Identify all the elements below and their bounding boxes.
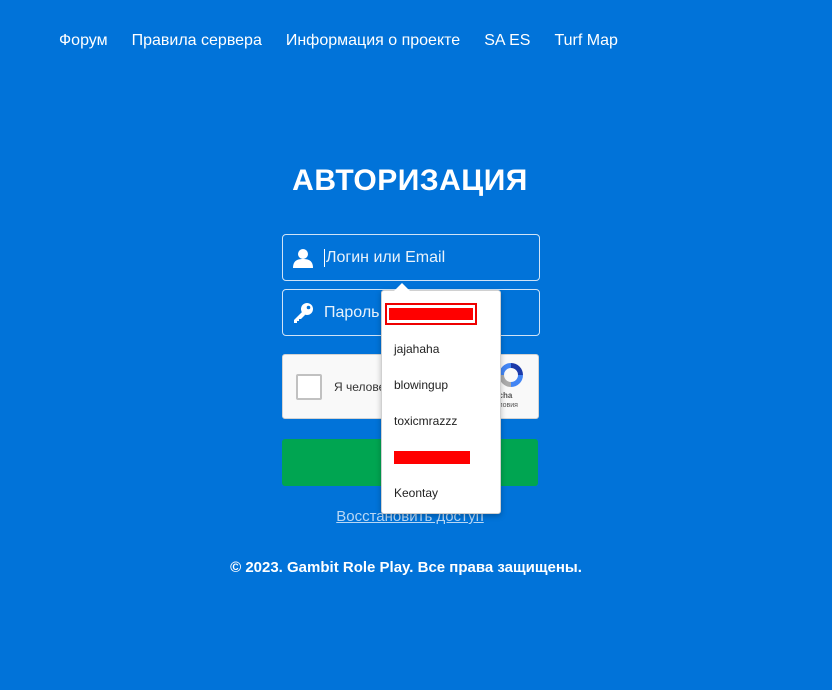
nav-link-server-rules[interactable]: Правила сервера — [132, 31, 262, 51]
top-nav: Форум Правила сервера Информация о проек… — [59, 31, 642, 51]
autocomplete-item[interactable]: jajahaha — [394, 340, 439, 358]
recaptcha-logo-icon — [497, 361, 525, 389]
nav-link-forum[interactable]: Форум — [59, 31, 108, 51]
nav-link-project-info[interactable]: Информация о проекте — [286, 31, 460, 51]
footer-copyright: © 2023. Gambit Role Play. Все права защи… — [230, 559, 582, 576]
redacted-item[interactable] — [385, 303, 477, 325]
auth-page: Форум Правила сервера Информация о проек… — [0, 0, 832, 690]
login-field[interactable] — [282, 234, 540, 281]
nav-link-sa-es[interactable]: SA ES — [484, 31, 530, 51]
autocomplete-dropdown: jajahaha blowingup toxicmrazzz Keontay — [381, 283, 501, 514]
login-input[interactable] — [324, 248, 539, 267]
captcha-checkbox[interactable] — [296, 374, 322, 400]
autocomplete-item[interactable]: toxicmrazzz — [394, 412, 457, 430]
page-title: АВТОРИЗАЦИЯ — [292, 164, 528, 197]
user-icon — [292, 247, 314, 269]
captcha-label: Я челове — [334, 380, 386, 394]
dropdown-caret — [394, 283, 410, 291]
key-icon — [292, 302, 314, 324]
redacted-item[interactable] — [394, 451, 470, 464]
autocomplete-item[interactable]: Keontay — [394, 484, 438, 502]
nav-link-turf-map[interactable]: Turf Map — [554, 31, 617, 51]
autocomplete-item[interactable]: blowingup — [394, 376, 448, 394]
